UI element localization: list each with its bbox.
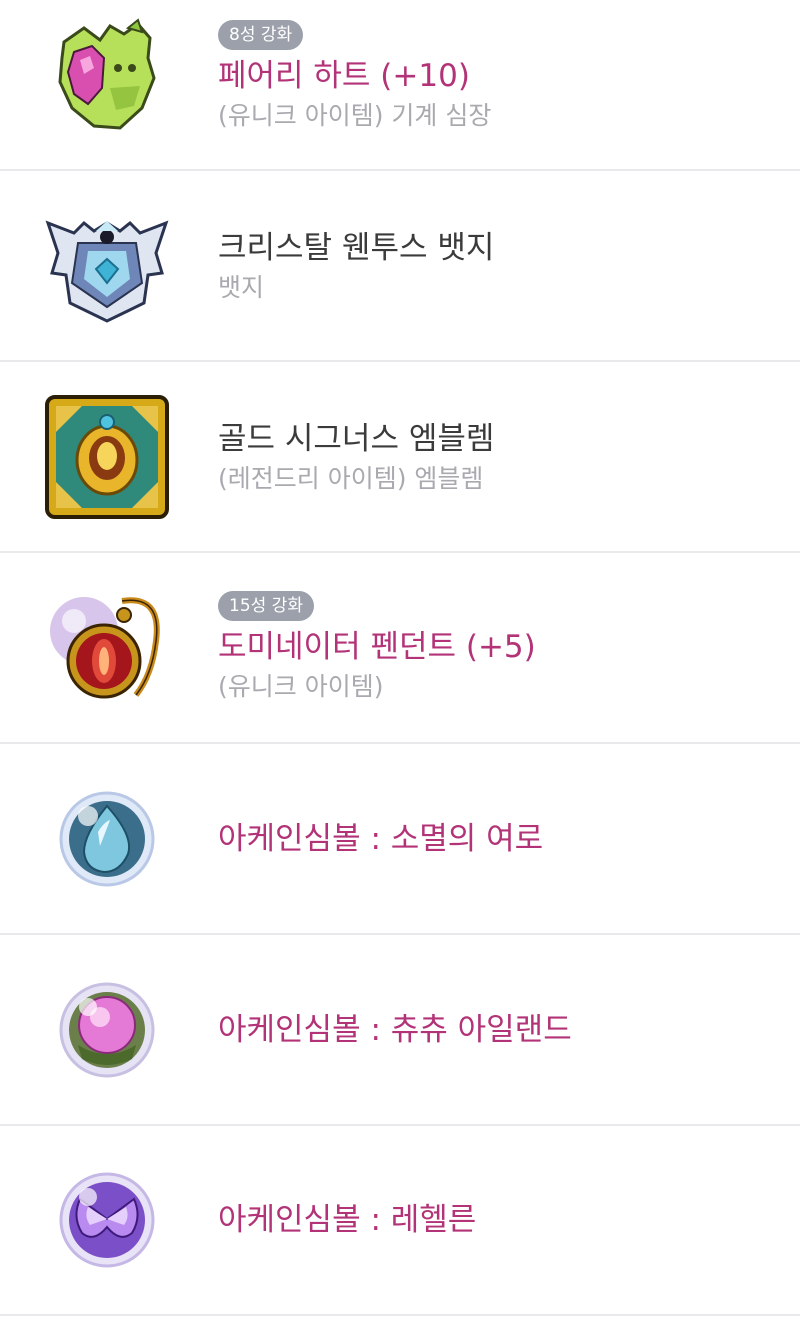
item-subtitle: 뱃지	[218, 272, 265, 302]
crystal-badge-icon	[44, 203, 170, 329]
item-info: 아케인심볼 : 레헬른	[218, 1198, 780, 1242]
arcane-symbol-blue-icon	[44, 776, 170, 902]
fairy-heart-icon	[44, 12, 170, 138]
arcane-symbol-purple-icon	[44, 1157, 170, 1283]
item-subtitle: (유니크 아이템) 기계 심장	[218, 101, 492, 130]
list-item-crystal-badge[interactable]: 크리스탈 웬투스 뱃지 뱃지	[0, 171, 800, 362]
dominator-pendant-icon	[44, 585, 170, 711]
item-info: 아케인심볼 : 소멸의 여로	[218, 817, 780, 861]
list-item-fairy-heart[interactable]: 8성 강화 페어리 하트 (+10) (유니크 아이템) 기계 심장	[0, 0, 800, 171]
item-name: 아케인심볼 : 츄츄 아일랜드	[218, 1011, 572, 1048]
item-info: 골드 시그너스 엠블렘 (레전드리 아이템) 엠블렘	[218, 417, 780, 497]
list-item-arcane-symbol-chuchu-island[interactable]: 아케인심볼 : 츄츄 아일랜드	[0, 935, 800, 1126]
item-info: 8성 강화 페어리 하트 (+10) (유니크 아이템) 기계 심장	[218, 20, 780, 134]
item-subtitle: (레전드리 아이템) 엠블렘	[218, 463, 484, 493]
item-name: 페어리 하트 (+10)	[218, 58, 470, 94]
item-info: 크리스탈 웬투스 뱃지 뱃지	[218, 226, 780, 306]
item-name: 도미네이터 펜던트 (+5)	[218, 628, 536, 665]
enhance-badge: 15성 강화	[218, 590, 314, 621]
list-item-arcane-symbol-vanishing-journey[interactable]: 아케인심볼 : 소멸의 여로	[0, 744, 800, 935]
item-name: 아케인심볼 : 레헬른	[218, 1202, 477, 1238]
item-info: 15성 강화 도미네이터 펜던트 (+5) (유니크 아이템)	[218, 590, 780, 705]
list-item-gold-emblem[interactable]: 골드 시그너스 엠블렘 (레전드리 아이템) 엠블렘	[0, 362, 800, 553]
item-subtitle: (유니크 아이템)	[218, 671, 384, 701]
enhance-badge: 8성 강화	[218, 20, 304, 50]
equipment-list: 8성 강화 페어리 하트 (+10) (유니크 아이템) 기계 심장 크리스탈 …	[0, 0, 800, 1316]
item-name: 아케인심볼 : 소멸의 여로	[218, 820, 544, 857]
item-name: 골드 시그너스 엠블렘	[218, 420, 495, 457]
list-item-arcane-symbol-lachelein[interactable]: 아케인심볼 : 레헬른	[0, 1126, 800, 1316]
item-name: 크리스탈 웬투스 뱃지	[218, 229, 495, 266]
arcane-symbol-pink-icon	[44, 967, 170, 1093]
list-item-dominator-pendant[interactable]: 15성 강화 도미네이터 펜던트 (+5) (유니크 아이템)	[0, 553, 800, 744]
gold-emblem-icon	[44, 394, 170, 520]
item-info: 아케인심볼 : 츄츄 아일랜드	[218, 1008, 780, 1052]
